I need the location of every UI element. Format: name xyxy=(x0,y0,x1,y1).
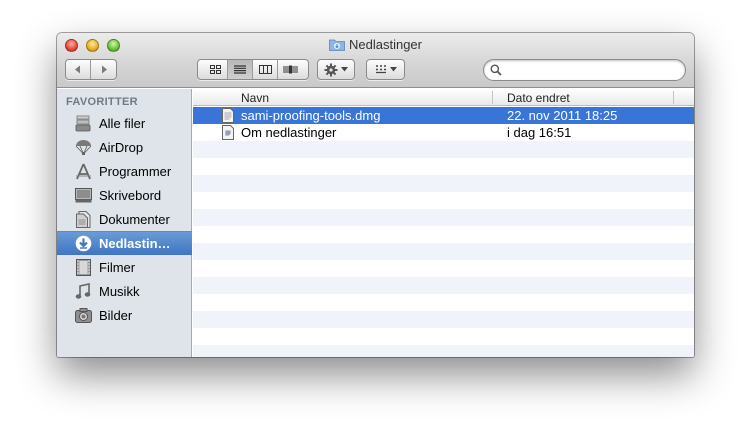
file-name: sami-proofing-tools.dmg xyxy=(241,108,381,123)
empty-row xyxy=(193,294,694,311)
empty-row xyxy=(193,345,694,357)
sidebar-item-airdrop[interactable]: AirDrop xyxy=(57,135,192,159)
empty-row xyxy=(193,311,694,328)
search-field[interactable] xyxy=(483,59,686,81)
column-divider[interactable] xyxy=(492,91,493,104)
documents-icon xyxy=(74,210,92,228)
column-view-icon xyxy=(258,65,272,74)
empty-row xyxy=(193,141,694,158)
sidebar-item-downloads[interactable]: Nedlastin… xyxy=(57,231,192,255)
cover-flow-view-icon xyxy=(283,65,298,74)
airdrop-icon xyxy=(74,138,92,156)
finder-window: Nedlastinger FAVORITTER Alle filer AirDr… xyxy=(57,33,694,357)
column-divider[interactable] xyxy=(673,91,674,104)
arrange-icon xyxy=(375,65,386,74)
list-rows: sami-proofing-tools.dmg 22. nov 2011 18:… xyxy=(193,107,694,357)
arrange-menu-button[interactable] xyxy=(366,59,405,80)
sidebar-item-label: Skrivebord xyxy=(99,187,162,203)
sidebar-item-documents[interactable]: Dokumenter xyxy=(57,207,192,231)
list-view-icon xyxy=(234,65,246,74)
all-files-icon xyxy=(74,114,92,132)
chevron-down-icon xyxy=(389,67,397,72)
empty-row xyxy=(193,175,694,192)
column-header-date-modified[interactable]: Dato endret xyxy=(507,91,570,105)
empty-row xyxy=(193,192,694,209)
back-button[interactable] xyxy=(66,60,91,79)
file-date: i dag 16:51 xyxy=(507,125,572,140)
sidebar-item-desktop[interactable]: Skrivebord xyxy=(57,183,192,207)
chevron-down-icon xyxy=(341,67,348,72)
sidebar-item-all-files[interactable]: Alle filer xyxy=(57,111,192,135)
title-bar: Nedlastinger xyxy=(57,33,694,88)
back-forward-control xyxy=(65,59,117,80)
sidebar: FAVORITTER Alle filer AirDrop Programmer… xyxy=(57,89,192,357)
music-icon xyxy=(74,282,92,300)
gear-icon xyxy=(324,63,338,76)
empty-row xyxy=(193,209,694,226)
file-name: Om nedlastinger xyxy=(241,125,337,140)
empty-row xyxy=(193,328,694,345)
downloads-folder-icon xyxy=(329,39,345,51)
window-title-text: Nedlastinger xyxy=(349,37,422,52)
sidebar-item-pictures[interactable]: Bilder xyxy=(57,303,192,327)
chevron-right-icon xyxy=(101,65,107,74)
desktop-icon xyxy=(74,186,92,204)
icon-view-button[interactable] xyxy=(203,60,228,79)
downloads-icon xyxy=(74,235,92,253)
search-input[interactable] xyxy=(506,62,676,78)
search-icon xyxy=(490,64,502,76)
sidebar-item-label: Musikk xyxy=(99,283,140,299)
empty-row xyxy=(193,243,694,260)
sidebar-item-music[interactable]: Musikk xyxy=(57,279,192,303)
file-list: Navn Dato endret sami-proofing-tools.dmg… xyxy=(193,89,694,357)
window-title: Nedlastinger xyxy=(57,37,694,52)
empty-row xyxy=(193,226,694,243)
sidebar-heading: FAVORITTER xyxy=(66,96,138,108)
column-header-name[interactable]: Navn xyxy=(241,91,269,105)
empty-row xyxy=(193,277,694,294)
disk-image-icon xyxy=(222,108,234,123)
sidebar-item-label: Bilder xyxy=(99,307,133,323)
sidebar-item-applications[interactable]: Programmer xyxy=(57,159,192,183)
table-row[interactable]: Om nedlastinger i dag 16:51 xyxy=(193,124,694,141)
sidebar-item-label: Dokumenter xyxy=(99,211,170,227)
empty-row xyxy=(193,260,694,277)
forward-button[interactable] xyxy=(91,60,116,79)
sidebar-item-movies[interactable]: Filmer xyxy=(57,255,192,279)
column-view-button[interactable] xyxy=(253,60,278,79)
applications-icon xyxy=(74,162,92,180)
document-icon xyxy=(222,125,234,140)
list-header: Navn Dato endret xyxy=(193,89,694,106)
cover-flow-view-button[interactable] xyxy=(278,60,303,79)
pictures-icon xyxy=(74,306,92,324)
chevron-left-icon xyxy=(75,65,80,74)
icon-view-icon xyxy=(209,65,221,74)
view-mode-control xyxy=(197,59,309,80)
list-view-button[interactable] xyxy=(228,60,253,79)
sidebar-item-label: Filmer xyxy=(99,259,136,275)
sidebar-item-label: Nedlastin… xyxy=(99,236,171,251)
file-date: 22. nov 2011 18:25 xyxy=(507,108,618,123)
sidebar-item-label: AirDrop xyxy=(99,139,144,155)
sidebar-item-label: Programmer xyxy=(99,163,172,179)
action-menu-button[interactable] xyxy=(317,59,355,80)
movies-icon xyxy=(74,258,92,276)
empty-row xyxy=(193,158,694,175)
table-row[interactable]: sami-proofing-tools.dmg 22. nov 2011 18:… xyxy=(193,107,694,124)
sidebar-item-label: Alle filer xyxy=(99,115,146,131)
